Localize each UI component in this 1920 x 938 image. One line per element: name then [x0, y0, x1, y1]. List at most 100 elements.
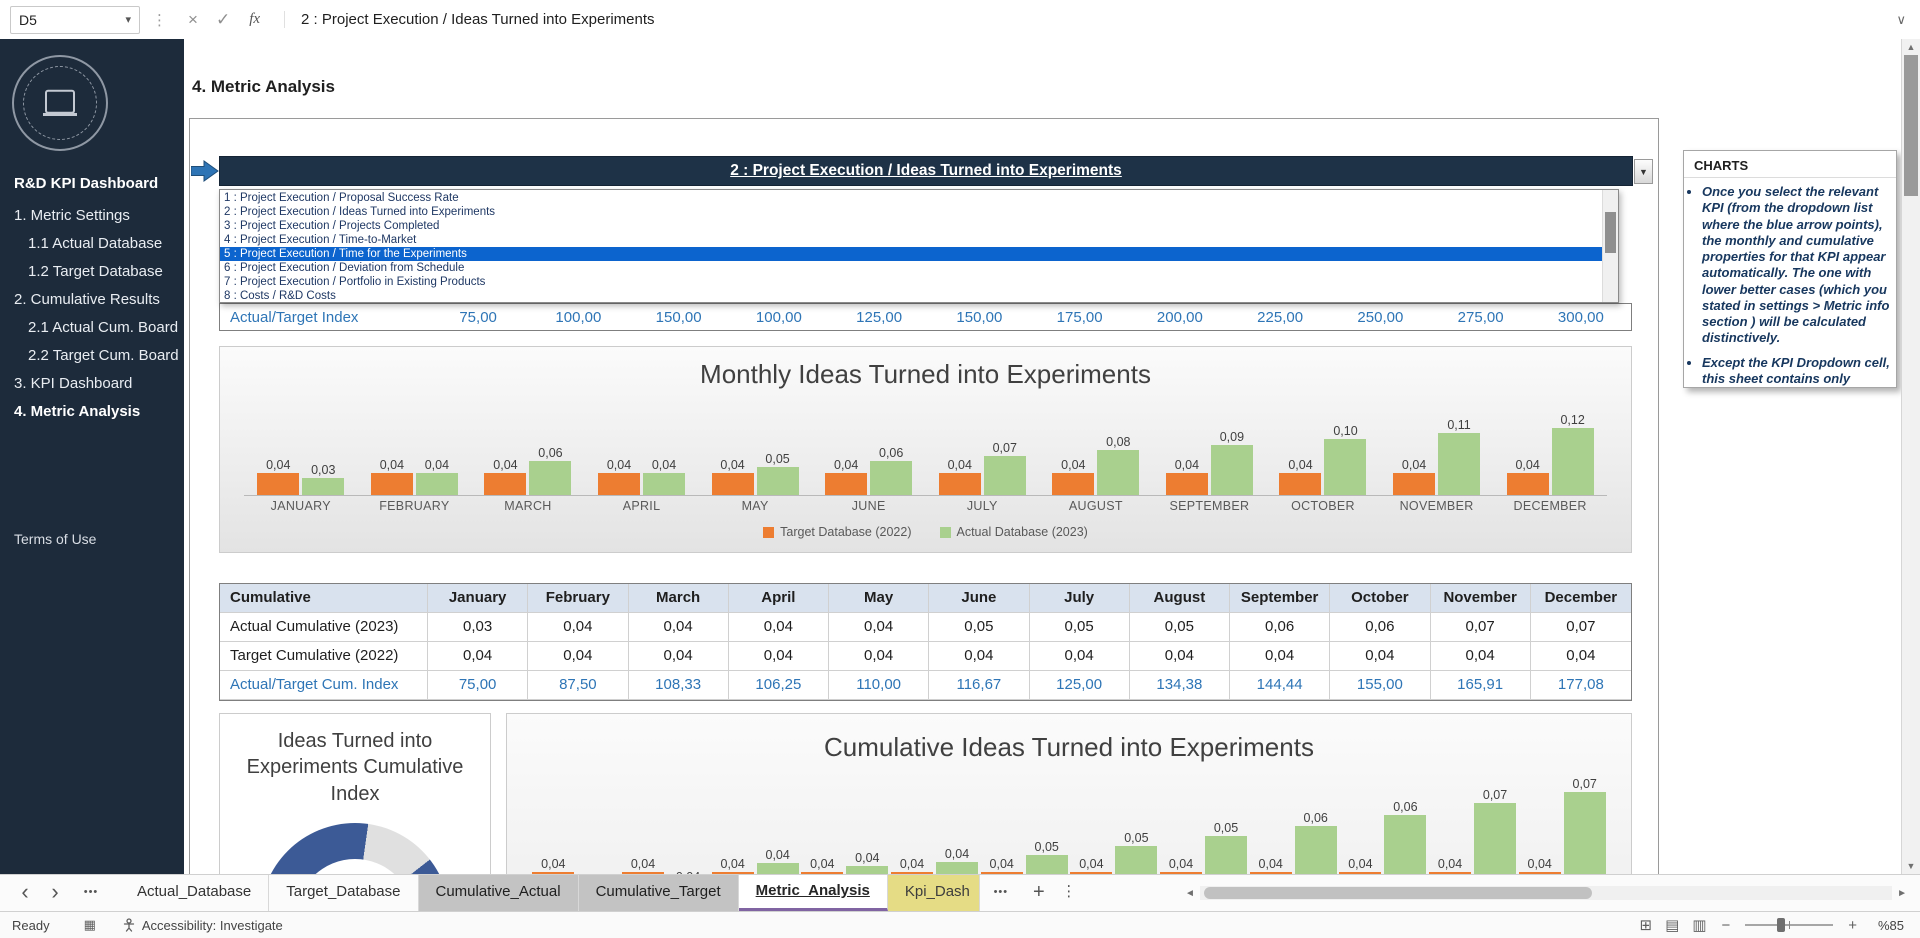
- kpi-selected-header[interactable]: 2 : Project Execution / Ideas Turned int…: [219, 156, 1633, 186]
- scroll-up-icon[interactable]: ▲: [1902, 42, 1920, 52]
- sheet-nav-left-icon[interactable]: ‹: [10, 875, 40, 911]
- monthly-axis-labels: JANUARY FEBRUARY MARCH APRIL MAY JUNE JULY AUGU…: [244, 499, 1607, 513]
- monthly-legend: Target Database (2022) Actual Database (2…: [220, 525, 1631, 539]
- sidebar-item[interactable]: 3. KPI Dashboard: [0, 370, 184, 398]
- scroll-left-icon[interactable]: ◄: [1180, 888, 1200, 899]
- bar-value-label: 0,04: [810, 857, 835, 871]
- kpi-dropdown-option[interactable]: 8 : Costs / R&D Costs: [220, 289, 1602, 303]
- charts-panel-bullet: Once you select the relevant KPI (from t…: [1702, 184, 1892, 347]
- kpi-dropdown-button[interactable]: ▼: [1634, 159, 1653, 184]
- vertical-scrollbar[interactable]: ▲ ▼: [1901, 39, 1920, 874]
- table-row-label: Target Cumulative (2022): [220, 642, 428, 671]
- cumulative-chart: Cumulative Ideas Turned into Experiments…: [506, 713, 1632, 874]
- bar: 0,06: [1294, 811, 1337, 874]
- kpi-dropdown-option[interactable]: 3 : Project Execution / Projects Complet…: [220, 219, 1602, 233]
- name-box-chevron-icon[interactable]: ▾: [125, 13, 131, 26]
- accessibility-icon[interactable]: [122, 918, 136, 932]
- dropdown-scrollbar[interactable]: [1602, 190, 1618, 302]
- sheet-tab[interactable]: Target_Database: [269, 875, 419, 911]
- sidebar-item[interactable]: 1.1 Actual Database: [0, 230, 184, 258]
- kpi-dropdown-option[interactable]: 6 : Project Execution / Deviation from S…: [220, 261, 1602, 275]
- enter-icon[interactable]: ✓: [216, 10, 230, 30]
- zoom-slider-thumb[interactable]: [1776, 918, 1785, 932]
- expand-formula-bar-icon[interactable]: ∨: [1896, 12, 1906, 28]
- sheet-nav-right-icon[interactable]: ›: [40, 875, 70, 911]
- kpi-dropdown-option[interactable]: 1 : Project Execution / Proposal Success…: [220, 191, 1602, 205]
- all-sheets-icon[interactable]: •••: [70, 875, 112, 911]
- charts-panel-title: CHARTS: [1684, 151, 1896, 178]
- sidebar-item[interactable]: 2.1 Actual Cum. Board: [0, 314, 184, 342]
- table-cell: 0,04: [528, 642, 629, 671]
- dropdown-scrollbar-thumb[interactable]: [1605, 212, 1616, 253]
- index-value-cell: 75,00: [459, 308, 497, 326]
- company-logo: [12, 55, 108, 151]
- sheet-tab[interactable]: Metric_Analysis: [738, 875, 888, 911]
- kpi-selected-label: 2 : Project Execution / Ideas Turned int…: [730, 162, 1122, 179]
- scroll-down-icon[interactable]: ▼: [1902, 861, 1920, 871]
- chevron-down-icon: ▼: [1639, 166, 1648, 177]
- table-cell: 0,07: [1530, 613, 1631, 642]
- zoom-percentage[interactable]: %85: [1872, 918, 1904, 933]
- axis-category-label: OCTOBER: [1291, 499, 1355, 513]
- table-cell: 125,00: [1029, 671, 1130, 700]
- kpi-dropdown-option[interactable]: 4 : Project Execution / Time-to-Market: [220, 233, 1602, 247]
- sidebar-item[interactable]: 2.2 Target Cum. Board: [0, 342, 184, 370]
- sidebar-item[interactable]: 1. Metric Settings: [0, 202, 184, 230]
- vertical-scrollbar-thumb[interactable]: [1904, 55, 1918, 196]
- sheet-tab[interactable]: Kpi_Dash: [887, 875, 980, 911]
- formula-input[interactable]: 2 : Project Execution / Ideas Turned int…: [284, 11, 1896, 28]
- sidebar-item[interactable]: 1.2 Target Database: [0, 258, 184, 286]
- bar: 0,04: [1506, 458, 1549, 495]
- index-value-cell: 150,00: [655, 308, 702, 326]
- horizontal-scrollbar-thumb[interactable]: [1203, 887, 1592, 899]
- insert-function-icon[interactable]: fx: [249, 11, 260, 28]
- bar: 0,05: [756, 452, 799, 495]
- zoom-slider[interactable]: [1745, 917, 1834, 933]
- kpi-dropdown-option[interactable]: 7 : Project Execution / Portfolio in Exi…: [220, 275, 1602, 289]
- more-sheets-icon[interactable]: •••: [980, 875, 1022, 911]
- table-header-cell: August: [1129, 584, 1230, 613]
- table-cell: 0,04: [728, 613, 829, 642]
- bar-group: 0,04 0,04: [800, 851, 890, 874]
- table-cell: 0,04: [829, 642, 930, 671]
- bar-group: 0,04 0,05: [1069, 831, 1159, 874]
- sidebar-nav: 1. Metric Settings 1.1 Actual Database 1.2…: [0, 202, 184, 426]
- table-cell: 0,05: [1029, 613, 1130, 642]
- sidebar-item[interactable]: 4. Metric Analysis: [0, 398, 184, 426]
- monthly-chart: Monthly Ideas Turned into Experiments 0,…: [219, 346, 1632, 553]
- horizontal-scrollbar[interactable]: ◄ ►: [1180, 885, 1912, 901]
- bar-group: 0,04 0,10: [1266, 424, 1380, 495]
- bar-group: 0,04 0,07: [1517, 777, 1607, 874]
- macro-record-icon[interactable]: ▦: [84, 917, 96, 933]
- sheet-tab-bar: ‹ › ••• Actual_Database Target_Database Cu…: [0, 874, 1920, 911]
- accessibility-status[interactable]: Accessibility: Investigate: [142, 918, 283, 933]
- kpi-dropdown-list: 1 : Project Execution / Proposal Success…: [219, 189, 1619, 303]
- cancel-icon[interactable]: ×: [188, 10, 198, 30]
- bar-value-label: 0,04: [947, 457, 972, 472]
- kpi-dropdown-option[interactable]: 2 : Project Execution / Ideas Turned int…: [220, 205, 1602, 219]
- scroll-right-icon[interactable]: ►: [1892, 888, 1912, 899]
- sheet-tab[interactable]: Cumulative_Target: [578, 875, 739, 911]
- add-sheet-icon[interactable]: +: [1022, 875, 1056, 911]
- sheet-tab[interactable]: Cumulative_Actual: [418, 875, 579, 911]
- sidebar-item[interactable]: 2. Cumulative Results: [0, 286, 184, 314]
- zoom-in-icon[interactable]: +: [1846, 917, 1859, 934]
- sheet-options-icon[interactable]: ⋮: [1056, 875, 1082, 911]
- page-layout-view-icon[interactable]: ▤: [1665, 916, 1679, 934]
- name-box[interactable]: D5 ▾: [10, 5, 140, 34]
- table-cell: 0,04: [528, 613, 629, 642]
- sheet-tab[interactable]: Actual_Database: [120, 875, 270, 911]
- sidebar-title: R&D KPI Dashboard: [14, 175, 159, 192]
- legend-item: Target Database (2022): [763, 525, 912, 539]
- normal-view-icon[interactable]: ⊞: [1640, 916, 1653, 934]
- bar-value-label: 0,04: [493, 457, 518, 472]
- table-header-cell: June: [929, 584, 1030, 613]
- bar-group: 0,04 0,06: [1248, 811, 1338, 874]
- kpi-dropdown-option[interactable]: 5 : Project Execution / Time for the Exp…: [220, 247, 1602, 261]
- terms-of-use-link[interactable]: Terms of Use: [14, 531, 96, 547]
- zoom-out-icon[interactable]: −: [1719, 917, 1732, 934]
- page-break-view-icon[interactable]: ▥: [1692, 916, 1706, 934]
- horizontal-scrollbar-track[interactable]: [1199, 886, 1893, 900]
- index-value-cell: 175,00: [1056, 308, 1103, 326]
- bar: 0,04: [415, 458, 458, 495]
